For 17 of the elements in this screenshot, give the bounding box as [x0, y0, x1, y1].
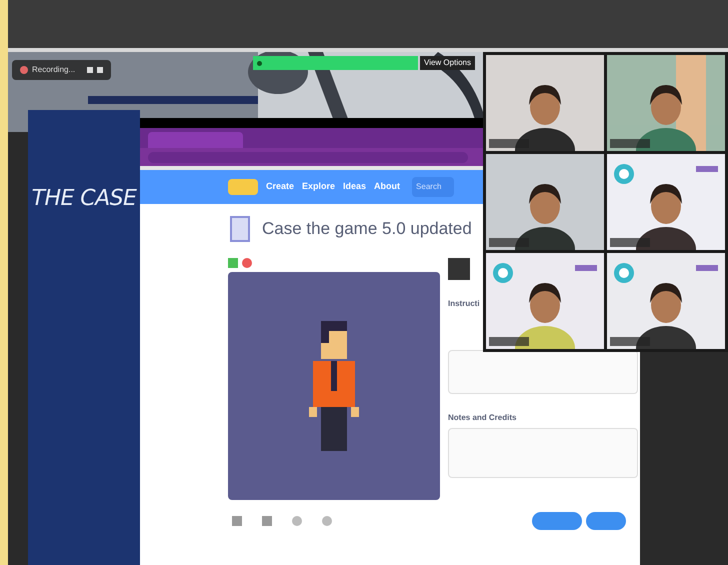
nav-link[interactable]: About: [374, 180, 400, 194]
slide-title: THE CASE: [32, 185, 136, 213]
project-title: Case the game 5.0 updated: [262, 218, 472, 240]
nav-link[interactable]: Create: [266, 180, 294, 194]
section-heading: Instructi: [448, 298, 481, 310]
text-area[interactable]: [448, 350, 638, 394]
author-avatar-icon[interactable]: [448, 258, 470, 280]
logo-icon[interactable]: [228, 179, 258, 195]
search-placeholder: Search: [416, 181, 442, 193]
nav-link[interactable]: Ideas: [343, 180, 366, 194]
project-icon: [230, 216, 250, 242]
nav-link[interactable]: Explore: [302, 180, 336, 194]
section-heading: Notes and Credits: [448, 412, 518, 424]
share-button[interactable]: [586, 512, 626, 530]
browser-tab[interactable]: [148, 132, 243, 148]
search-field[interactable]: Search: [412, 177, 454, 197]
copy-link-button[interactable]: [532, 512, 582, 530]
